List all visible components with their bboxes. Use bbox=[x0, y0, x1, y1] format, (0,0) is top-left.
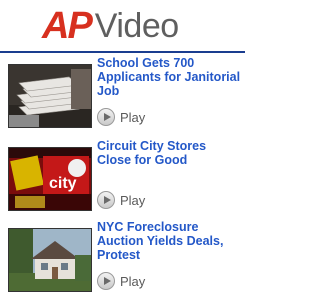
header: AP Video bbox=[0, 0, 245, 53]
play-icon bbox=[97, 272, 115, 290]
house-thumbnail-icon bbox=[9, 229, 91, 291]
video-thumbnail[interactable]: city bbox=[8, 147, 92, 211]
play-icon bbox=[97, 191, 115, 209]
svg-text:city: city bbox=[49, 175, 77, 192]
video-list-item: NYC Foreclosure Auction Yields Deals, Pr… bbox=[0, 220, 245, 300]
video-title-link[interactable]: Circuit City Stores Close for Good bbox=[97, 139, 242, 167]
video-list-item: School Gets 700 Applicants for Janitoria… bbox=[0, 56, 245, 136]
video-thumbnail[interactable] bbox=[8, 228, 92, 292]
play-label: Play bbox=[120, 273, 146, 289]
play-label: Play bbox=[120, 109, 146, 125]
play-button[interactable]: Play bbox=[97, 272, 145, 290]
ap-video-logo[interactable]: AP Video bbox=[42, 2, 179, 46]
paper-stack-thumbnail-icon bbox=[9, 65, 91, 127]
play-icon bbox=[97, 108, 115, 126]
video-title-link[interactable]: NYC Foreclosure Auction Yields Deals, Pr… bbox=[97, 220, 242, 262]
logo-ap-text: AP bbox=[42, 5, 93, 47]
video-thumbnail[interactable] bbox=[8, 64, 92, 128]
circuit-city-sign-thumbnail-icon: city bbox=[9, 148, 91, 210]
logo-video-text: Video bbox=[94, 7, 179, 45]
play-label: Play bbox=[120, 192, 146, 208]
video-title-link[interactable]: School Gets 700 Applicants for Janitoria… bbox=[97, 56, 242, 98]
play-button[interactable]: Play bbox=[97, 191, 145, 209]
play-button[interactable]: Play bbox=[97, 108, 145, 126]
header-divider bbox=[0, 51, 245, 53]
video-list-item: city Circuit City Stores Close for Good … bbox=[0, 139, 245, 219]
